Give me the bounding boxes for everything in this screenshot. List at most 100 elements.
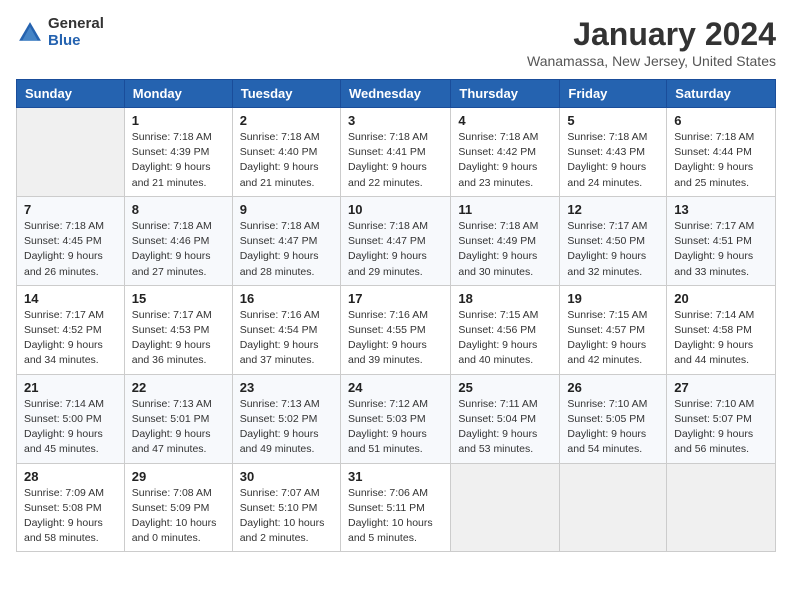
weekday-header-row: SundayMondayTuesdayWednesdayThursdayFrid…	[17, 80, 776, 108]
day-info: Sunrise: 7:15 AM Sunset: 4:56 PM Dayligh…	[458, 308, 552, 369]
day-info: Sunrise: 7:18 AM Sunset: 4:49 PM Dayligh…	[458, 219, 552, 280]
weekday-header-thursday: Thursday	[451, 80, 560, 108]
day-info: Sunrise: 7:07 AM Sunset: 5:10 PM Dayligh…	[240, 486, 333, 547]
calendar-cell: 28 Sunrise: 7:09 AM Sunset: 5:08 PM Dayli…	[17, 463, 125, 552]
calendar-cell: 19Sunrise: 7:15 AM Sunset: 4:57 PM Dayli…	[560, 285, 667, 374]
calendar-cell: 25 Sunrise: 7:11 AM Sunset: 5:04 PM Dayli…	[451, 374, 560, 463]
calendar-cell: 6 Sunrise: 7:18 AM Sunset: 4:44 PM Daylig…	[667, 108, 776, 197]
logo-text: General Blue	[48, 16, 104, 49]
day-number: 14	[24, 291, 117, 306]
day-info: Sunrise: 7:18 AM Sunset: 4:42 PM Dayligh…	[458, 130, 552, 191]
day-number: 19	[567, 291, 659, 306]
day-info: Sunrise: 7:10 AM Sunset: 5:05 PM Dayligh…	[567, 397, 659, 458]
calendar-cell: 4 Sunrise: 7:18 AM Sunset: 4:42 PM Daylig…	[451, 108, 560, 197]
calendar-cell: 1 Sunrise: 7:18 AM Sunset: 4:39 PM Daylig…	[124, 108, 232, 197]
calendar-cell: 26Sunrise: 7:10 AM Sunset: 5:05 PM Dayli…	[560, 374, 667, 463]
day-info: Sunrise: 7:17 AM Sunset: 4:52 PM Dayligh…	[24, 308, 117, 369]
day-info: Sunrise: 7:16 AM Sunset: 4:54 PM Dayligh…	[240, 308, 333, 369]
calendar-cell: 18 Sunrise: 7:15 AM Sunset: 4:56 PM Dayli…	[451, 285, 560, 374]
day-info: Sunrise: 7:10 AM Sunset: 5:07 PM Dayligh…	[674, 397, 768, 458]
day-number: 1	[132, 113, 225, 128]
day-number: 27	[674, 380, 768, 395]
day-number: 12	[567, 202, 659, 217]
day-number: 25	[458, 380, 552, 395]
calendar-cell: 31 Sunrise: 7:06 AM Sunset: 5:11 PM Dayli…	[340, 463, 450, 552]
day-number: 24	[348, 380, 443, 395]
day-info: Sunrise: 7:18 AM Sunset: 4:45 PM Dayligh…	[24, 219, 117, 280]
calendar-cell: 13Sunrise: 7:17 AM Sunset: 4:51 PM Dayli…	[667, 196, 776, 285]
day-info: Sunrise: 7:17 AM Sunset: 4:51 PM Dayligh…	[674, 219, 768, 280]
calendar-cell: 20Sunrise: 7:14 AM Sunset: 4:58 PM Dayli…	[667, 285, 776, 374]
calendar-cell: 29Sunrise: 7:08 AM Sunset: 5:09 PM Dayli…	[124, 463, 232, 552]
logo-general-text: General	[48, 16, 104, 33]
week-row-5: 28 Sunrise: 7:09 AM Sunset: 5:08 PM Dayli…	[17, 463, 776, 552]
day-info: Sunrise: 7:13 AM Sunset: 5:02 PM Dayligh…	[240, 397, 333, 458]
calendar-cell: 21 Sunrise: 7:14 AM Sunset: 5:00 PM Dayli…	[17, 374, 125, 463]
weekday-header-wednesday: Wednesday	[340, 80, 450, 108]
day-number: 4	[458, 113, 552, 128]
week-row-4: 21 Sunrise: 7:14 AM Sunset: 5:00 PM Dayli…	[17, 374, 776, 463]
logo: General Blue	[16, 16, 104, 49]
day-number: 2	[240, 113, 333, 128]
week-row-1: 1 Sunrise: 7:18 AM Sunset: 4:39 PM Daylig…	[17, 108, 776, 197]
day-info: Sunrise: 7:18 AM Sunset: 4:43 PM Dayligh…	[567, 130, 659, 191]
weekday-header-tuesday: Tuesday	[232, 80, 340, 108]
day-number: 16	[240, 291, 333, 306]
page-header: General Blue January 2024 Wanamassa, New…	[16, 16, 776, 69]
day-info: Sunrise: 7:18 AM Sunset: 4:47 PM Dayligh…	[348, 219, 443, 280]
day-number: 17	[348, 291, 443, 306]
week-row-2: 7 Sunrise: 7:18 AM Sunset: 4:45 PM Daylig…	[17, 196, 776, 285]
day-number: 21	[24, 380, 117, 395]
calendar-cell: 24Sunrise: 7:12 AM Sunset: 5:03 PM Dayli…	[340, 374, 450, 463]
day-info: Sunrise: 7:13 AM Sunset: 5:01 PM Dayligh…	[132, 397, 225, 458]
calendar-cell: 17 Sunrise: 7:16 AM Sunset: 4:55 PM Dayli…	[340, 285, 450, 374]
weekday-header-monday: Monday	[124, 80, 232, 108]
day-number: 6	[674, 113, 768, 128]
day-info: Sunrise: 7:18 AM Sunset: 4:39 PM Dayligh…	[132, 130, 225, 191]
day-number: 31	[348, 469, 443, 484]
day-number: 28	[24, 469, 117, 484]
day-number: 5	[567, 113, 659, 128]
location-text: Wanamassa, New Jersey, United States	[527, 53, 776, 69]
calendar-cell: 27 Sunrise: 7:10 AM Sunset: 5:07 PM Dayli…	[667, 374, 776, 463]
week-row-3: 14 Sunrise: 7:17 AM Sunset: 4:52 PM Dayli…	[17, 285, 776, 374]
day-number: 23	[240, 380, 333, 395]
day-number: 7	[24, 202, 117, 217]
month-title: January 2024	[527, 16, 776, 53]
calendar-cell: 5 Sunrise: 7:18 AM Sunset: 4:43 PM Daylig…	[560, 108, 667, 197]
day-number: 3	[348, 113, 443, 128]
calendar-cell: 22 Sunrise: 7:13 AM Sunset: 5:01 PM Dayli…	[124, 374, 232, 463]
day-number: 8	[132, 202, 225, 217]
calendar-table: SundayMondayTuesdayWednesdayThursdayFrid…	[16, 79, 776, 552]
calendar-cell: 9Sunrise: 7:18 AM Sunset: 4:47 PM Daylig…	[232, 196, 340, 285]
title-block: January 2024 Wanamassa, New Jersey, Unit…	[527, 16, 776, 69]
weekday-header-saturday: Saturday	[667, 80, 776, 108]
day-info: Sunrise: 7:14 AM Sunset: 5:00 PM Dayligh…	[24, 397, 117, 458]
day-info: Sunrise: 7:09 AM Sunset: 5:08 PM Dayligh…	[24, 486, 117, 547]
day-info: Sunrise: 7:18 AM Sunset: 4:46 PM Dayligh…	[132, 219, 225, 280]
logo-icon	[16, 19, 44, 47]
day-info: Sunrise: 7:16 AM Sunset: 4:55 PM Dayligh…	[348, 308, 443, 369]
calendar-body: 1 Sunrise: 7:18 AM Sunset: 4:39 PM Daylig…	[17, 108, 776, 552]
day-number: 18	[458, 291, 552, 306]
day-info: Sunrise: 7:14 AM Sunset: 4:58 PM Dayligh…	[674, 308, 768, 369]
day-info: Sunrise: 7:11 AM Sunset: 5:04 PM Dayligh…	[458, 397, 552, 458]
weekday-header-friday: Friday	[560, 80, 667, 108]
day-info: Sunrise: 7:18 AM Sunset: 4:44 PM Dayligh…	[674, 130, 768, 191]
day-info: Sunrise: 7:08 AM Sunset: 5:09 PM Dayligh…	[132, 486, 225, 547]
calendar-cell: 10 Sunrise: 7:18 AM Sunset: 4:47 PM Dayli…	[340, 196, 450, 285]
calendar-cell: 3Sunrise: 7:18 AM Sunset: 4:41 PM Daylig…	[340, 108, 450, 197]
day-number: 11	[458, 202, 552, 217]
calendar-cell	[451, 463, 560, 552]
day-number: 10	[348, 202, 443, 217]
day-info: Sunrise: 7:17 AM Sunset: 4:53 PM Dayligh…	[132, 308, 225, 369]
day-number: 22	[132, 380, 225, 395]
day-info: Sunrise: 7:18 AM Sunset: 4:40 PM Dayligh…	[240, 130, 333, 191]
day-info: Sunrise: 7:06 AM Sunset: 5:11 PM Dayligh…	[348, 486, 443, 547]
calendar-cell: 11 Sunrise: 7:18 AM Sunset: 4:49 PM Dayli…	[451, 196, 560, 285]
calendar-cell: 8 Sunrise: 7:18 AM Sunset: 4:46 PM Daylig…	[124, 196, 232, 285]
logo-blue-text: Blue	[48, 33, 104, 50]
day-number: 9	[240, 202, 333, 217]
calendar-cell: 23 Sunrise: 7:13 AM Sunset: 5:02 PM Dayli…	[232, 374, 340, 463]
calendar-cell: 14 Sunrise: 7:17 AM Sunset: 4:52 PM Dayli…	[17, 285, 125, 374]
